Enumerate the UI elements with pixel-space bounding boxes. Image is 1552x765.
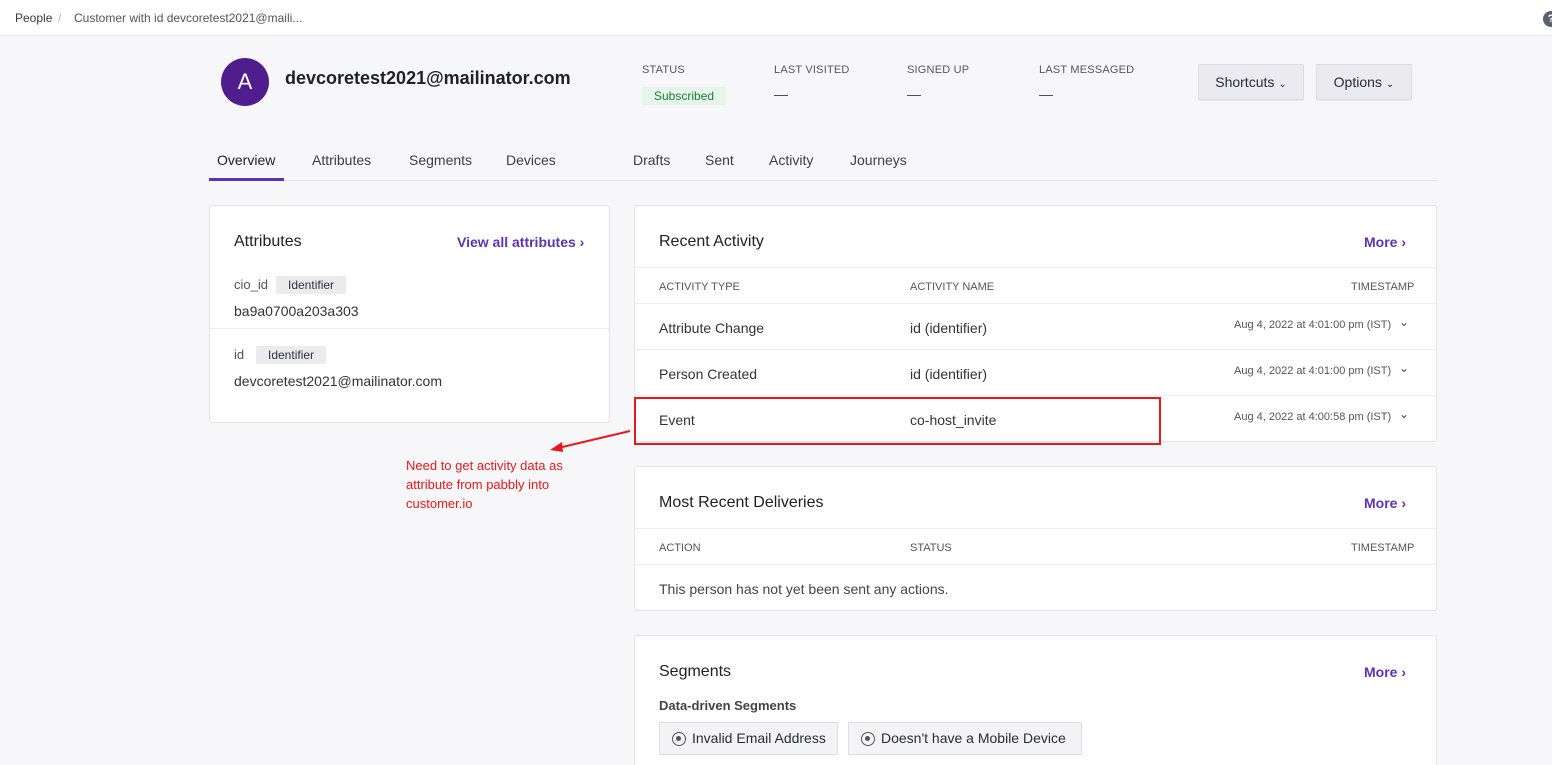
annotation-highlight-box — [634, 397, 1161, 445]
activity-type: Person Created — [659, 366, 758, 382]
segments-title: Segments — [659, 663, 732, 680]
divider — [635, 303, 1436, 304]
segment-chip-label: Doesn't have a Mobile Device — [881, 730, 1066, 746]
column-header-timestamp: TIMESTAMP — [1351, 542, 1415, 554]
annotation-note: Need to get activity data as attribute f… — [406, 458, 563, 511]
segments-more-link[interactable]: More › — [1364, 664, 1406, 680]
attribute-value: devcoretest2021@mailinator.com — [234, 373, 442, 389]
chevron-down-icon[interactable]: ⌄ — [1399, 407, 1409, 421]
divider — [210, 328, 609, 329]
breadcrumb-current: Customer with id devcoretest2021@maili..… — [74, 11, 303, 25]
tab-overview[interactable]: Overview — [217, 152, 275, 168]
last-messaged-label: LAST MESSAGED — [1039, 64, 1135, 76]
tab-activity[interactable]: Activity — [769, 152, 813, 168]
segment-chip[interactable]: Invalid Email Address — [659, 722, 838, 755]
column-header-action: ACTION — [659, 542, 701, 554]
identifier-badge: Identifier — [276, 276, 347, 294]
tab-drafts[interactable]: Drafts — [633, 152, 670, 168]
status-badge: Subscribed — [642, 87, 727, 105]
signed-up-value: — — [907, 86, 921, 102]
divider — [635, 564, 1436, 565]
deliveries-more-link[interactable]: More › — [1364, 495, 1406, 511]
column-header-activity-type: ACTIVITY TYPE — [659, 281, 740, 293]
segment-chip-label: Invalid Email Address — [692, 730, 826, 746]
status-label: STATUS — [642, 64, 685, 76]
column-header-status: STATUS — [910, 542, 952, 554]
recent-activity-title: Recent Activity — [659, 233, 764, 250]
breadcrumb-separator: / — [58, 11, 62, 25]
last-visited-label: LAST VISITED — [774, 64, 850, 76]
segment-chip[interactable]: Doesn't have a Mobile Device — [848, 722, 1082, 755]
attribute-key: id — [234, 347, 245, 362]
attributes-card: Attributes View all attributes › cio_id … — [209, 205, 610, 423]
chevron-down-icon: ⌄ — [1278, 79, 1287, 90]
signed-up-label: SIGNED UP — [907, 64, 970, 76]
data-driven-segments-label: Data-driven Segments — [659, 698, 797, 713]
column-header-timestamp: TIMESTAMP — [1351, 281, 1415, 293]
empty-state-message: This person has not yet been sent any ac… — [659, 581, 949, 597]
options-label: Options — [1333, 74, 1382, 90]
tab-attributes[interactable]: Attributes — [312, 152, 371, 168]
activity-name: id (identifier) — [910, 366, 988, 382]
avatar: A — [221, 58, 269, 106]
activity-name: id (identifier) — [910, 320, 988, 336]
segments-card: Segments More › Data-driven Segments Inv… — [634, 635, 1437, 765]
last-messaged-value: — — [1039, 86, 1053, 102]
divider — [635, 267, 1436, 268]
attribute-key: cio_id — [234, 277, 268, 292]
column-header-activity-name: ACTIVITY NAME — [910, 281, 995, 293]
activity-timestamp: Aug 4, 2022 at 4:01:00 pm (IST) — [1234, 319, 1392, 331]
tab-sent[interactable]: Sent — [705, 152, 734, 168]
deliveries-title: Most Recent Deliveries — [659, 494, 824, 511]
tab-segments[interactable]: Segments — [409, 152, 472, 168]
deliveries-card: Most Recent Deliveries More › ACTION STA… — [634, 466, 1437, 611]
shortcuts-button[interactable]: Shortcuts ⌄ — [1198, 64, 1304, 100]
shortcuts-label: Shortcuts — [1215, 74, 1275, 90]
tabs-divider — [209, 180, 1437, 181]
chevron-down-icon[interactable]: ⌄ — [1399, 361, 1409, 375]
active-tab-indicator — [209, 178, 284, 181]
tab-journeys[interactable]: Journeys — [850, 152, 907, 168]
attribute-value: ba9a0700a203a303 — [234, 303, 359, 319]
chevron-down-icon: ⌄ — [1385, 79, 1395, 90]
segment-icon — [861, 732, 875, 746]
recent-activity-more-link[interactable]: More › — [1364, 234, 1406, 250]
last-visited-value: — — [774, 86, 788, 102]
activity-timestamp: Aug 4, 2022 at 4:00:58 pm (IST) — [1234, 411, 1392, 423]
page-title: devcoretest2021@mailinator.com — [285, 68, 571, 88]
identifier-badge: Identifier — [256, 346, 327, 364]
annotation-arrow-icon — [550, 430, 631, 452]
tab-devices[interactable]: Devices — [506, 152, 556, 168]
divider — [635, 349, 1436, 350]
attributes-title: Attributes — [234, 233, 302, 250]
view-all-attributes-link[interactable]: View all attributes › — [457, 234, 584, 250]
segment-icon — [672, 732, 686, 746]
divider — [635, 528, 1436, 529]
breadcrumb-people-link[interactable]: People — [15, 11, 52, 25]
activity-type: Attribute Change — [659, 320, 765, 336]
help-icon[interactable]: ? — [1543, 11, 1552, 27]
chevron-down-icon[interactable]: ⌄ — [1399, 315, 1409, 329]
options-button[interactable]: Options ⌄ — [1316, 64, 1412, 100]
activity-timestamp: Aug 4, 2022 at 4:01:00 pm (IST) — [1234, 365, 1392, 377]
top-bar: People / Customer with id devcoretest202… — [0, 0, 1552, 36]
divider — [635, 395, 1436, 396]
